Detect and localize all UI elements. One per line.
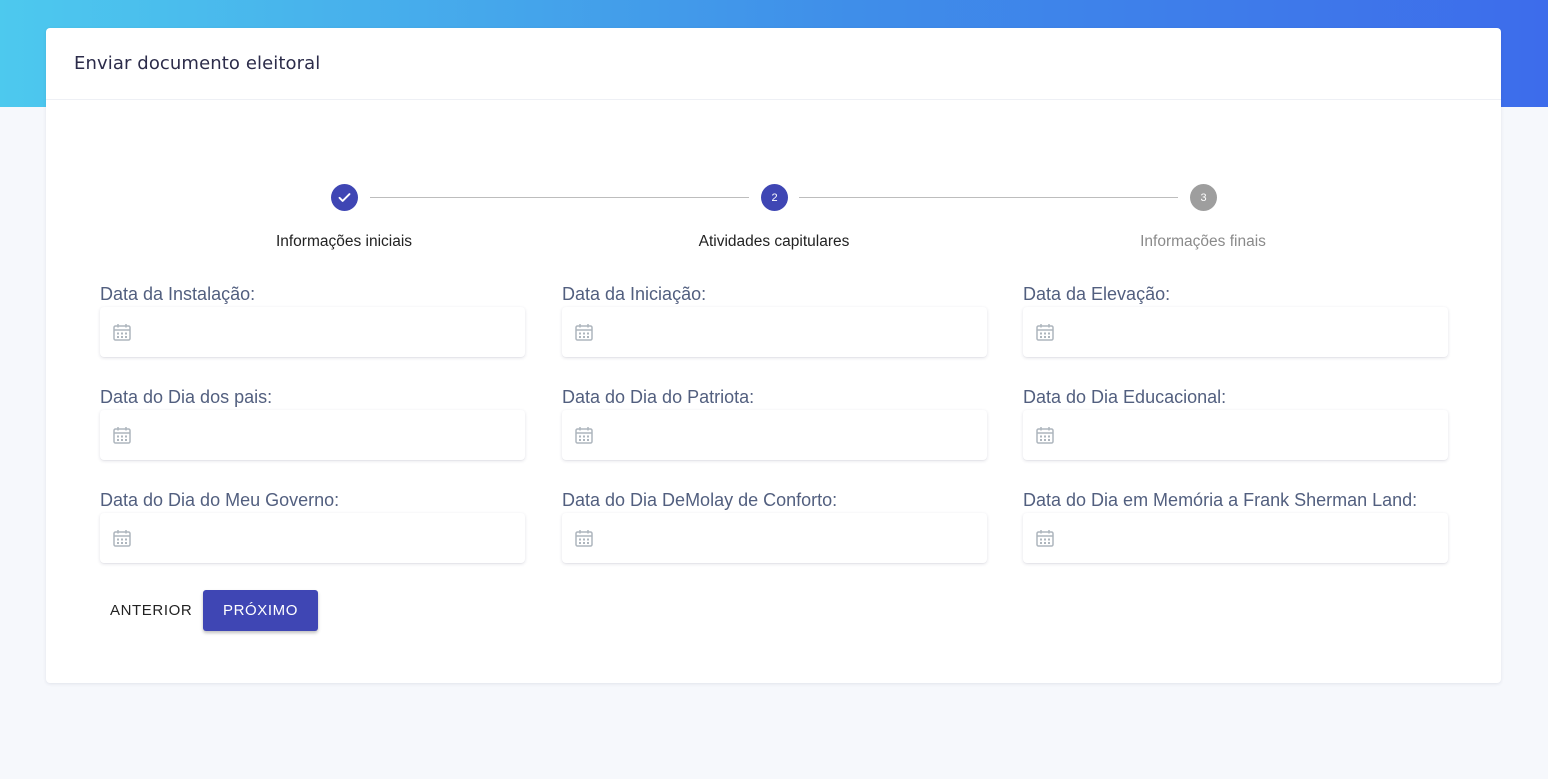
- calendar-icon: [574, 425, 594, 445]
- initiation-date-input[interactable]: [606, 306, 987, 358]
- field-label: Data da Instalação:: [100, 284, 256, 304]
- page-title: Enviar documento eleitoral: [74, 53, 321, 74]
- card-header: Enviar documento eleitoral: [46, 28, 1501, 100]
- calendar-icon: [1035, 425, 1055, 445]
- date-input-wrapper[interactable]: [100, 306, 525, 358]
- stepper: 2 3 Informações iniciais Atividades capi…: [46, 183, 1501, 253]
- calendar-icon: [112, 528, 132, 548]
- field-elevation-date: Data da Elevação:: [1023, 282, 1448, 358]
- stepper-connector-1: [370, 197, 749, 198]
- field-installation-date: Data da Instalação:: [100, 282, 525, 358]
- step-3-label: Informações finais: [1140, 233, 1266, 250]
- date-input-wrapper[interactable]: [1023, 409, 1448, 461]
- date-input-wrapper[interactable]: [100, 409, 525, 461]
- field-educational-day-date: Data do Dia Educacional:: [1023, 385, 1448, 461]
- calendar-icon: [112, 322, 132, 342]
- step-2-number[interactable]: 2: [761, 184, 788, 211]
- fathers-day-date-input[interactable]: [144, 409, 525, 461]
- calendar-icon: [1035, 528, 1055, 548]
- demolay-comfort-day-date-input[interactable]: [606, 512, 987, 564]
- date-input-wrapper[interactable]: [562, 512, 987, 564]
- field-label: Data do Dia DeMolay de Conforto:: [562, 490, 838, 510]
- my-government-day-date-input[interactable]: [144, 512, 525, 564]
- field-patriot-day-date: Data do Dia do Patriota:: [562, 385, 987, 461]
- calendar-icon: [574, 528, 594, 548]
- date-input-wrapper[interactable]: [562, 306, 987, 358]
- frank-land-memorial-day-date-input[interactable]: [1067, 512, 1448, 564]
- date-input-wrapper[interactable]: [1023, 306, 1448, 358]
- patriot-day-date-input[interactable]: [606, 409, 987, 461]
- field-label: Data do Dia Educacional:: [1023, 387, 1227, 407]
- calendar-icon: [1035, 322, 1055, 342]
- field-label: Data do Dia do Patriota:: [562, 387, 755, 407]
- step-1-label: Informações iniciais: [275, 233, 413, 250]
- field-initiation-date: Data da Iniciação:: [562, 282, 987, 358]
- field-label: Data da Elevação:: [1023, 284, 1171, 304]
- date-input-wrapper[interactable]: [562, 409, 987, 461]
- installation-date-input[interactable]: [144, 306, 525, 358]
- next-button[interactable]: Próximo: [203, 590, 318, 631]
- field-label: Data do Dia em Memória a Frank Sherman L…: [1023, 490, 1418, 510]
- field-my-government-day-date: Data do Dia do Meu Governo:: [100, 488, 525, 564]
- field-frank-land-memorial-day-date: Data do Dia em Memória a Frank Sherman L…: [1023, 488, 1448, 564]
- field-fathers-day-date: Data do Dia dos pais:: [100, 385, 525, 461]
- check-icon: [338, 193, 351, 202]
- step-3-number[interactable]: 3: [1190, 184, 1217, 211]
- field-label: Data da Iniciação:: [562, 284, 707, 304]
- submission-card: Enviar documento eleitoral 2 3 Informaçõ…: [46, 28, 1501, 683]
- calendar-icon: [112, 425, 132, 445]
- calendar-icon: [574, 322, 594, 342]
- previous-button[interactable]: Anterior: [100, 590, 202, 631]
- date-input-wrapper[interactable]: [100, 512, 525, 564]
- step-2-label: Atividades capitulares: [698, 233, 850, 250]
- educational-day-date-input[interactable]: [1067, 409, 1448, 461]
- field-label: Data do Dia dos pais:: [100, 387, 273, 407]
- field-demolay-comfort-day-date: Data do Dia DeMolay de Conforto:: [562, 488, 987, 564]
- elevation-date-input[interactable]: [1067, 306, 1448, 358]
- stepper-connector-2: [799, 197, 1178, 198]
- date-input-wrapper[interactable]: [1023, 512, 1448, 564]
- step-1-completed-icon[interactable]: [331, 184, 358, 211]
- field-label: Data do Dia do Meu Governo:: [100, 490, 340, 510]
